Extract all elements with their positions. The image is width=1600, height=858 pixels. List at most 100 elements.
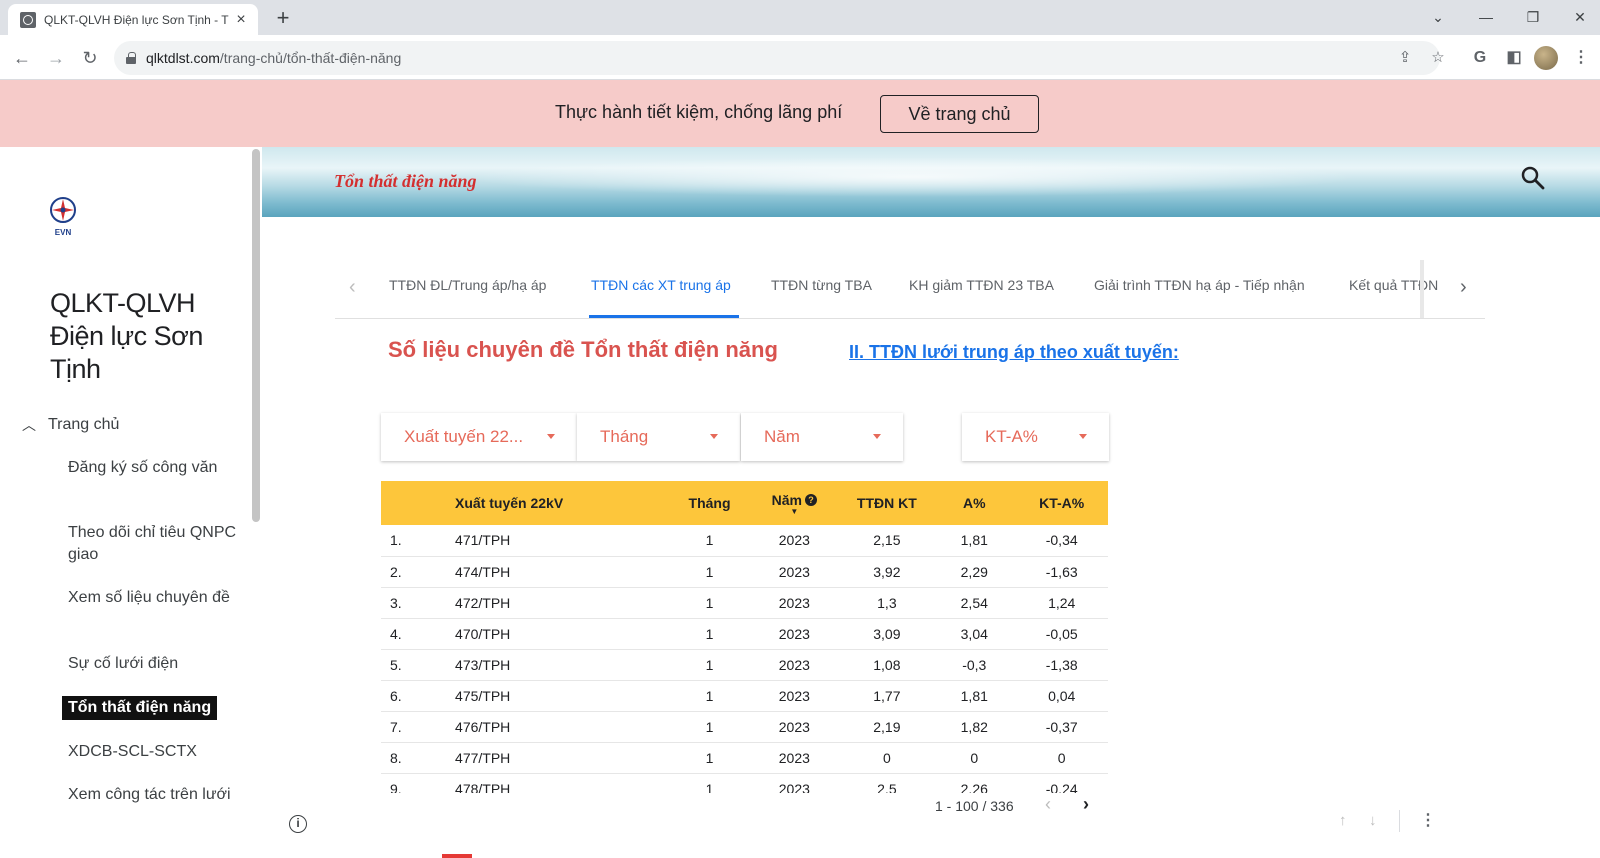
share-icon[interactable]: ⇪	[1394, 47, 1416, 69]
reload-icon[interactable]: ↻	[76, 44, 104, 72]
nav-item-theo-doi-chi-tieu[interactable]: Theo dõi chỉ tiêu QNPC giao	[68, 522, 238, 566]
browser-tab-title: QLKT-QLVH Điện lực Sơn Tịnh - T	[44, 12, 229, 27]
cell-kt: 2,15	[840, 525, 934, 557]
tab-giai-trinh[interactable]: Giải trình TTĐN hạ áp - Tiếp nhận	[1094, 277, 1305, 293]
tab-ket-qua[interactable]: Kết quả TTĐN	[1349, 277, 1438, 293]
nav-item-su-co-luoi-dien[interactable]: Sự cố lưới điện	[68, 653, 238, 675]
side-panel-icon[interactable]: ◧	[1500, 44, 1528, 72]
col-index-header	[381, 481, 455, 525]
cell-index: 4.	[381, 618, 456, 650]
sidebar-scrollbar[interactable]	[252, 149, 260, 522]
kta-filter-label: KT-A%	[985, 427, 1038, 446]
more-options-icon[interactable]: ⋮	[1420, 810, 1436, 830]
table-row[interactable]: 1. 471/TPH 1 2023 2,15 1,81 -0,34	[381, 525, 1108, 557]
tab-kh-giam-ttdn[interactable]: KH giảm TTĐN 23 TBA	[909, 277, 1054, 293]
kta-dropdown-icon	[1079, 434, 1087, 439]
cell-year: 2023	[748, 680, 841, 712]
cell-month: 1	[670, 742, 749, 774]
info-icon[interactable]: i	[289, 815, 307, 833]
tabs-scroll-left-icon[interactable]: ‹	[349, 276, 356, 299]
bookmark-star-icon[interactable]: ☆	[1427, 47, 1449, 69]
nav-item-ton-that-dien-nang[interactable]: Tổn thất điện năng	[62, 696, 218, 720]
evn-logo-icon[interactable]: EVN	[46, 195, 80, 237]
cell-month: 1	[670, 618, 749, 650]
back-icon[interactable]: ←	[8, 44, 36, 72]
chevron-up-icon[interactable]: ︿	[22, 415, 36, 435]
cell-a: 3,04	[933, 618, 1016, 650]
scroll-up-icon[interactable]: ↑	[1339, 812, 1347, 829]
tabs-divider	[1420, 260, 1424, 318]
sort-desc-icon[interactable]: ▼	[748, 507, 841, 515]
cell-a: 1,82	[933, 711, 1016, 743]
cell-month: 1	[670, 587, 749, 619]
section-link[interactable]: II. TTĐN lưới trung áp theo xuất tuyến:	[849, 342, 1179, 363]
scroll-down-icon[interactable]: ↓	[1369, 812, 1377, 829]
col-year-header[interactable]: Năm? ▼	[748, 481, 841, 525]
next-page-icon[interactable]: ›	[1083, 794, 1089, 815]
tabs-scroll-right-icon[interactable]: ›	[1460, 276, 1467, 299]
cell-feeder: 473/TPH	[455, 649, 671, 681]
search-icon[interactable]	[1520, 165, 1546, 191]
tab-ttdn-dl[interactable]: TTĐN ĐL/Trung áp/hạ áp	[389, 277, 546, 293]
cell-a: 1,81	[933, 525, 1016, 557]
browser-toolbar: ← → ↻ qlktdlst.com/trang-chủ/tổn-thất-đi…	[0, 35, 1600, 80]
new-tab-icon[interactable]: +	[270, 6, 296, 32]
nav-item-xem-cong-tac[interactable]: Xem công tác trên lưới	[68, 784, 238, 806]
cell-a: 1,81	[933, 680, 1016, 712]
table-row[interactable]: 3. 472/TPH 1 2023 1,3 2,54 1,24	[381, 587, 1108, 619]
cell-kta: -1,63	[1015, 556, 1108, 588]
close-tab-icon[interactable]: ×	[232, 11, 250, 29]
table-row[interactable]: 4. 470/TPH 1 2023 3,09 3,04 -0,05	[381, 618, 1108, 650]
minimize-icon[interactable]: —	[1466, 4, 1506, 30]
close-window-icon[interactable]: ✕	[1560, 4, 1600, 30]
table-row[interactable]: 7. 476/TPH 1 2023 2,19 1,82 -0,37	[381, 711, 1108, 743]
tab-search-chevron-icon[interactable]: ⌄	[1418, 4, 1458, 30]
nav-item-xem-so-lieu[interactable]: Xem số liệu chuyên đề	[68, 587, 238, 609]
col-a-header[interactable]: A%	[933, 481, 1015, 525]
cell-month: 1	[670, 649, 749, 681]
nav-home[interactable]: ︿ Trang chủ	[22, 415, 119, 435]
report-tabs: ‹ TTĐN ĐL/Trung áp/hạ áp TTĐN các XT tru…	[335, 260, 1485, 319]
table-row[interactable]: 6. 475/TPH 1 2023 1,77 1,81 0,04	[381, 680, 1108, 712]
cell-kt: 2,5	[840, 773, 934, 793]
col-month-header[interactable]: Tháng	[671, 481, 748, 525]
announcement-banner: Thực hành tiết kiệm, chống lãng phí Về t…	[0, 80, 1600, 147]
year-filter[interactable]: Năm	[741, 413, 903, 461]
lock-icon[interactable]	[126, 52, 136, 64]
restore-icon[interactable]: ❐	[1513, 4, 1553, 30]
month-filter-label: Tháng	[600, 427, 649, 446]
nav-item-dang-ky-so-cong-van[interactable]: Đăng ký số công văn	[68, 457, 238, 479]
table-row[interactable]: 8. 477/TPH 1 2023 0 0 0	[381, 742, 1108, 774]
cell-index: 5.	[381, 649, 456, 681]
cell-a: 0	[933, 742, 1016, 774]
help-icon[interactable]: ?	[805, 493, 818, 506]
col-kta-header[interactable]: KT-A%	[1015, 481, 1108, 525]
prev-page-icon[interactable]: ‹	[1045, 794, 1051, 815]
site-title[interactable]: QLKT-QLVH Điện lực Sơn Tịnh	[50, 287, 250, 386]
month-filter[interactable]: Tháng	[577, 413, 740, 461]
google-extension-icon[interactable]: G	[1466, 44, 1494, 72]
table-row[interactable]: 5. 473/TPH 1 2023 1,08 -0,3 -1,38	[381, 649, 1108, 681]
browser-tab[interactable]: QLKT-QLVH Điện lực Sơn Tịnh - T ×	[8, 4, 258, 35]
cell-feeder: 478/TPH	[455, 773, 671, 793]
profile-avatar[interactable]	[1534, 46, 1558, 70]
table-row[interactable]: 2. 474/TPH 1 2023 3,92 2,29 -1,63	[381, 556, 1108, 588]
tab-ttdn-tung-tba[interactable]: TTĐN từng TBA	[771, 277, 872, 293]
browser-menu-icon[interactable]: ⋮	[1567, 44, 1595, 72]
cell-kta: -0,37	[1015, 711, 1108, 743]
cell-kta: 1,24	[1015, 587, 1108, 619]
kta-filter[interactable]: KT-A%	[962, 413, 1109, 461]
forward-icon[interactable]: →	[42, 44, 70, 72]
table-row[interactable]: 9. 478/TPH 1 2023 2,5 2,26 -0,24	[381, 773, 1108, 793]
feeder-filter-label: Xuất tuyến 22...	[404, 427, 524, 446]
home-button[interactable]: Về trang chủ	[880, 95, 1039, 133]
site-favicon-icon	[20, 11, 36, 28]
feeder-filter[interactable]: Xuất tuyến 22...	[381, 413, 577, 461]
cell-month: 1	[670, 773, 749, 793]
tab-ttdn-cac-xt[interactable]: TTĐN các XT trung áp	[591, 277, 731, 293]
nav-item-xdcb-scl-sctx[interactable]: XDCB-SCL-SCTX	[68, 741, 238, 763]
cell-kt: 2,19	[840, 711, 934, 743]
col-kt-header[interactable]: TTĐN KT	[841, 481, 934, 525]
col-feeder-header[interactable]: Xuất tuyến 22kV	[455, 481, 671, 525]
address-bar[interactable]: qlktdlst.com/trang-chủ/tổn-thất-điện-năn…	[114, 41, 1445, 75]
